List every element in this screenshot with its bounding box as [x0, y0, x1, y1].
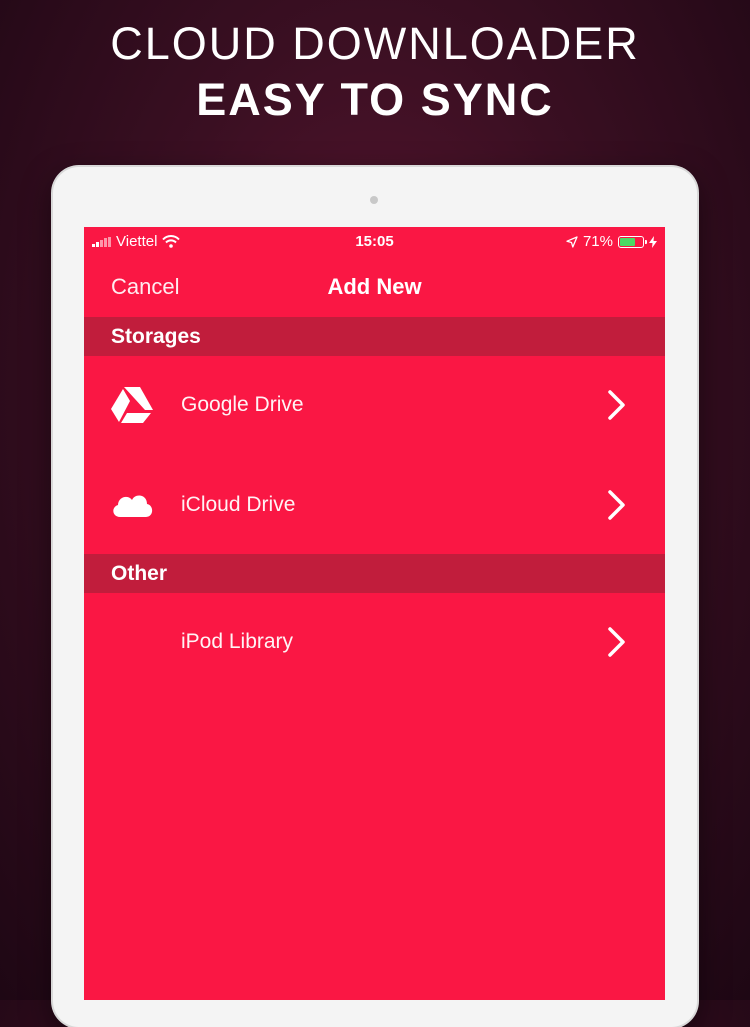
list-item-label: iCloud Drive [181, 493, 296, 516]
status-bar: Viettel 15:05 71% [84, 227, 665, 257]
cloud-icon [113, 495, 153, 517]
chevron-right-icon [608, 390, 625, 420]
section-header-other: Other [84, 554, 665, 593]
battery-fill [620, 237, 636, 246]
battery-icon [618, 235, 647, 248]
location-arrow-icon [566, 235, 578, 248]
section-header-storages: Storages [84, 317, 665, 356]
list-item-ipod-library[interactable]: iPod Library [84, 593, 665, 691]
section-header-label: Other [111, 562, 168, 585]
chevron-right-icon [608, 490, 625, 520]
google-drive-icon [111, 387, 153, 423]
front-camera [370, 196, 378, 204]
battery-percent: 71% [582, 233, 613, 250]
list-item-label: iPod Library [181, 630, 294, 653]
chevron-right-icon [608, 627, 625, 657]
list-item-icloud-drive[interactable]: iCloud Drive [84, 456, 665, 554]
charging-bolt-icon [649, 235, 657, 248]
section-header-label: Storages [111, 325, 201, 348]
promo-subtitle: EASY TO SYNC [196, 74, 554, 125]
list-item-label: Google Drive [181, 393, 304, 416]
navigation-bar: Cancel Add New [84, 257, 665, 317]
promo-title: CLOUD DOWNLOADER [110, 18, 640, 69]
page-title: Add New [327, 274, 422, 299]
list-item-google-drive[interactable]: Google Drive [84, 356, 665, 454]
app-screen: Viettel 15:05 71% Cancel Add New Storage… [84, 227, 665, 1000]
